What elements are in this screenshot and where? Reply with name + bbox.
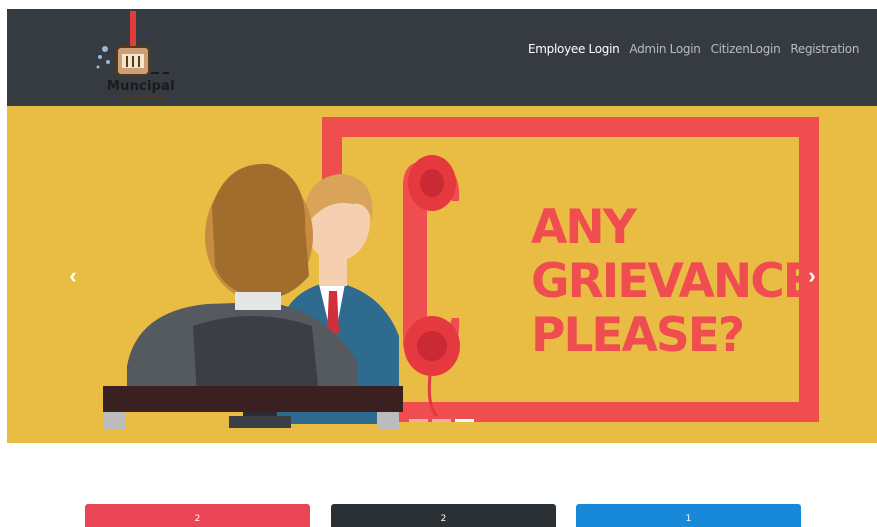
carousel-indicator-3[interactable] [455, 419, 474, 422]
carousel-indicators [409, 419, 474, 422]
stats-cards: 2 2 1 [0, 504, 877, 527]
nav-employee-login[interactable]: Employee Login [523, 42, 624, 56]
nav-registration[interactable]: Registration [785, 42, 864, 56]
main-nav: Employee Login Admin Login CitizenLogin … [523, 42, 864, 56]
nav-citizen-login[interactable]: CitizenLogin [706, 42, 786, 56]
hero-carousel: ANY GRIEVANCE PLEASE? ‹ › [7, 106, 877, 443]
carousel-headline: ANY GRIEVANCE PLEASE? [531, 200, 815, 363]
stat-card-value: 1 [685, 514, 692, 524]
brand-name: Muncipal [107, 79, 175, 94]
headline-line-1: ANY [531, 200, 637, 255]
nav-admin-login[interactable]: Admin Login [624, 42, 705, 56]
carousel-prev-button[interactable]: ‹ [58, 256, 88, 296]
chevron-right-icon: › [808, 263, 816, 288]
stat-card-blue: 1 [576, 504, 801, 527]
telephone-icon [403, 155, 460, 418]
brand-tagline: Cooperation [121, 93, 164, 101]
carousel-indicator-1[interactable] [409, 419, 428, 422]
stat-card-value: 2 [194, 514, 201, 524]
headline-line-3: PLEASE? [531, 308, 745, 363]
carousel-next-button[interactable]: › [797, 256, 827, 296]
headline-line-2: GRIEVANCE [531, 254, 815, 309]
stat-card-red: 2 [85, 504, 310, 527]
carousel-indicator-2[interactable] [432, 419, 451, 422]
stat-card-dark: 2 [331, 504, 556, 527]
stat-card-value: 2 [440, 514, 447, 524]
top-navbar: Muncipal Cooperation Employee Login Admi… [7, 9, 877, 106]
chevron-left-icon: ‹ [69, 263, 77, 288]
